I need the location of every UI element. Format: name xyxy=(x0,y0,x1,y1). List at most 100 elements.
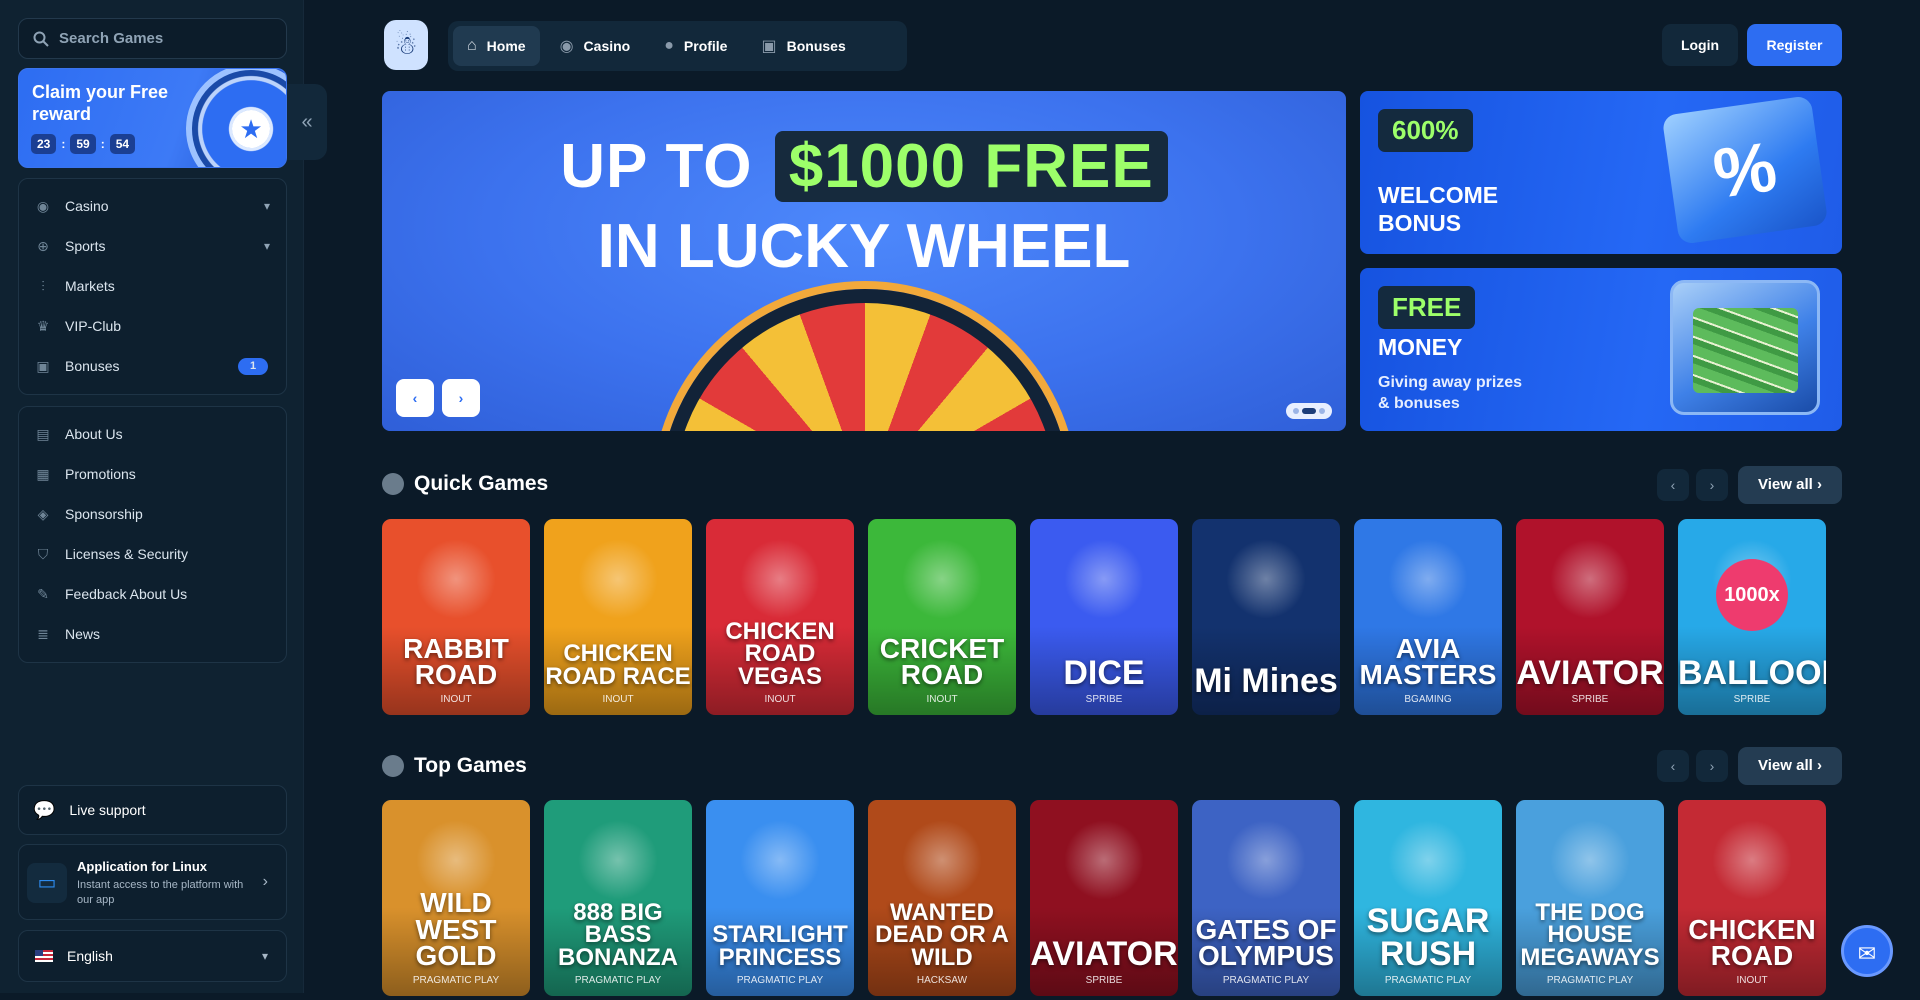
chevron-down-icon: ▾ xyxy=(261,949,268,963)
quick-games-next-button[interactable]: › xyxy=(1696,469,1728,501)
carousel-dots[interactable] xyxy=(1286,403,1332,419)
promo-subtitle: Giving away prizes & bonuses xyxy=(1378,374,1523,412)
tab-profile[interactable]: ● Profile xyxy=(650,26,741,66)
game-card[interactable]: AVIATOR SPRIBE xyxy=(1516,519,1664,715)
sidebar-item-label: News xyxy=(65,626,101,642)
game-title: AVIATOR xyxy=(1030,934,1178,973)
quick-games-prev-button[interactable]: ‹ xyxy=(1657,469,1689,501)
game-card[interactable]: STARLIGHT PRINCESS PRAGMATIC PLAY xyxy=(706,800,854,996)
game-card[interactable]: AVIATOR SPRIBE xyxy=(1030,800,1178,996)
game-provider: INOUT xyxy=(1736,975,1768,986)
game-card[interactable]: SUGAR RUSH PRAGMATIC PLAY xyxy=(1354,800,1502,996)
collapse-sidebar-button[interactable]: « xyxy=(287,84,327,160)
section-title: Quick Games xyxy=(414,472,549,495)
game-card[interactable]: WILD WEST GOLD PRAGMATIC PLAY xyxy=(382,800,530,996)
linux-app-banner[interactable]: ▭ Application for Linux Instant access t… xyxy=(18,844,287,920)
sidebar-item-label: VIP-Club xyxy=(65,318,122,334)
tab-label: Profile xyxy=(683,38,728,54)
login-button[interactable]: Login xyxy=(1662,24,1738,66)
sidebar-item-markets[interactable]: ⫶ Markets xyxy=(19,266,286,306)
game-card[interactable]: CHICKEN ROAD RACE INOUT xyxy=(544,519,692,715)
reward-timer: 23: 59: 54 xyxy=(31,134,136,154)
sidebar-item-label: Licenses & Security xyxy=(65,546,188,562)
game-card[interactable]: WANTED DEAD OR A WILD HACKSAW xyxy=(868,800,1016,996)
game-art xyxy=(1226,539,1306,619)
sidebar-item-casino[interactable]: ◉ Casino ▾ xyxy=(19,186,286,226)
chevron-right-icon: › xyxy=(262,873,268,890)
carousel-dot[interactable] xyxy=(1319,408,1325,414)
sidebar-item-bonuses[interactable]: ▣ Bonuses 1 xyxy=(19,346,286,386)
game-title: 888 BIG BASS BONANZA xyxy=(558,898,678,972)
sidebar-item-feedback[interactable]: ✎ Feedback About Us xyxy=(19,574,286,614)
tab-bonuses[interactable]: ▣ Bonuses xyxy=(747,26,859,66)
game-art xyxy=(1550,820,1630,900)
register-button[interactable]: Register xyxy=(1747,24,1842,66)
game-title: CHICKEN ROAD VEGAS xyxy=(725,617,835,691)
free-reward-card[interactable]: Claim your Free reward 23: 59: 54 ★ xyxy=(18,68,287,168)
game-title: GATES OF OLYMPUS xyxy=(1195,913,1337,972)
top-games-view-all-button[interactable]: View all › xyxy=(1738,747,1842,785)
game-art xyxy=(740,820,820,900)
hero-banner[interactable]: UP TO $1000 FREE IN LUCKY WHEEL ‹ › xyxy=(382,91,1346,431)
flame-icon xyxy=(382,755,404,777)
language-select[interactable]: English ▾ xyxy=(18,930,287,982)
top-games-prev-button[interactable]: ‹ xyxy=(1657,750,1689,782)
game-card[interactable]: GATES OF OLYMPUS PRAGMATIC PLAY xyxy=(1192,800,1340,996)
game-provider: SPRIBE xyxy=(1733,694,1771,705)
sidebar-item-about-us[interactable]: ▤ About Us xyxy=(19,414,286,454)
top-games-row: WILD WEST GOLD PRAGMATIC PLAY 888 BIG BASS… xyxy=(382,800,1842,1000)
sidebar-item-label: Markets xyxy=(65,278,115,294)
chip-icon: ◉ xyxy=(559,38,574,55)
game-provider: PRAGMATIC PLAY xyxy=(736,975,824,986)
globe-icon: ⊕ xyxy=(37,237,49,254)
shield-icon: ⛉ xyxy=(37,545,49,562)
game-provider: PRAGMATIC PLAY xyxy=(574,975,662,986)
sidebar-item-news[interactable]: ≣ News xyxy=(19,614,286,654)
game-card[interactable]: Mi Mines xyxy=(1192,519,1340,715)
search-icon xyxy=(33,31,49,47)
tab-home[interactable]: ⌂ Home xyxy=(453,26,540,66)
dice-icon xyxy=(382,473,404,495)
sidebar-item-licenses-security[interactable]: ⛉ Licenses & Security xyxy=(19,534,286,574)
game-provider: PRAGMATIC PLAY xyxy=(1546,975,1634,986)
tab-casino[interactable]: ◉ Casino xyxy=(546,26,645,66)
carousel-dot[interactable] xyxy=(1293,408,1299,414)
site-logo[interactable]: ☃ xyxy=(384,20,428,70)
game-title: CHICKEN ROAD RACE xyxy=(545,640,691,691)
chat-bubble-icon: 💬 xyxy=(33,799,56,820)
search-input[interactable] xyxy=(59,30,259,47)
game-card[interactable]: DICE SPRIBE xyxy=(1030,519,1178,715)
free-money-banner[interactable]: FREE MONEY Giving away prizes & bonuses xyxy=(1360,268,1842,431)
sidebar-item-label: Casino xyxy=(65,198,109,214)
game-card[interactable]: CHICKEN ROAD INOUT xyxy=(1678,800,1826,996)
search-box[interactable] xyxy=(18,18,287,59)
game-card[interactable]: 888 BIG BASS BONANZA PRAGMATIC PLAY xyxy=(544,800,692,996)
game-art xyxy=(740,539,820,619)
hero-prev-button[interactable]: ‹ xyxy=(396,379,434,417)
game-card[interactable]: CRICKET ROAD INOUT xyxy=(868,519,1016,715)
thumbs-icon: ✎ xyxy=(37,585,49,602)
game-badge: 1000x xyxy=(1716,559,1788,631)
game-title: CHICKEN ROAD xyxy=(1688,913,1816,972)
game-card[interactable]: CHICKEN ROAD VEGAS INOUT xyxy=(706,519,854,715)
game-card[interactable]: 1000x BALLOON SPRIBE xyxy=(1678,519,1826,715)
quick-games-view-all-button[interactable]: View all › xyxy=(1738,466,1842,504)
game-card[interactable]: RABBIT ROAD INOUT xyxy=(382,519,530,715)
carousel-dot-active[interactable] xyxy=(1302,408,1316,414)
tab-label: Casino xyxy=(583,38,631,54)
promo-pill: 600% xyxy=(1378,109,1473,152)
game-art xyxy=(1064,539,1144,619)
newspaper-icon: ≣ xyxy=(37,625,49,642)
top-games-next-button[interactable]: › xyxy=(1696,750,1728,782)
live-support-button[interactable]: 💬 Live support xyxy=(18,785,287,835)
sidebar-item-sponsorship[interactable]: ◈ Sponsorship xyxy=(19,494,286,534)
sidebar-item-promotions[interactable]: ▦ Promotions xyxy=(19,454,286,494)
chat-support-button[interactable]: ✉ xyxy=(1841,925,1893,977)
app-subtitle: Instant access to the platform with our … xyxy=(77,879,244,906)
game-card[interactable]: THE DOG HOUSE MEGAWAYS PRAGMATIC PLAY xyxy=(1516,800,1664,996)
sidebar-item-vip-club[interactable]: ♛ VIP-Club xyxy=(19,306,286,346)
game-card[interactable]: AVIA MASTERS BGAMING xyxy=(1354,519,1502,715)
hero-next-button[interactable]: › xyxy=(442,379,480,417)
welcome-bonus-banner[interactable]: 600% WELCOME BONUS % xyxy=(1360,91,1842,254)
sidebar-item-sports[interactable]: ⊕ Sports ▾ xyxy=(19,226,286,266)
